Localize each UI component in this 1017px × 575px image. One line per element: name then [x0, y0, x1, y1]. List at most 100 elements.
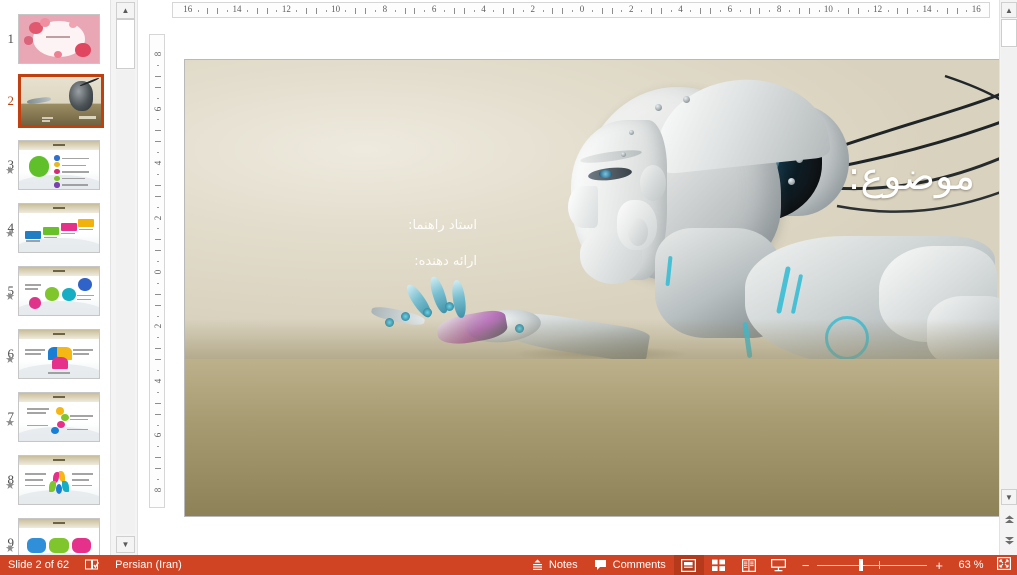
slide-counter-label: Slide 2 of 62 — [8, 559, 70, 571]
scroll-up-button[interactable]: ▲ — [1001, 2, 1017, 18]
ruler-tick — [157, 479, 159, 481]
ruler-tick — [394, 10, 396, 12]
vertical-ruler[interactable]: 8 6 4 2 0 2 4 6 8 — [149, 34, 165, 508]
animation-icon: ★ — [5, 165, 15, 177]
ruler-tick-label: 8 — [776, 4, 782, 14]
zoom-slider[interactable] — [817, 555, 928, 575]
thumbnail-image[interactable] — [18, 203, 100, 253]
zoom-level-label[interactable]: 63 % — [951, 559, 991, 571]
thumbnail-image[interactable] — [18, 266, 100, 316]
slide-title[interactable]: موضوع: — [848, 154, 975, 198]
thumbnail-image[interactable] — [18, 74, 104, 128]
ruler-tick — [414, 8, 416, 14]
normal-view-icon — [681, 558, 697, 572]
ruler-tick — [591, 10, 593, 12]
thumbnail-slide-7[interactable]: 7 ★ — [0, 386, 110, 448]
animation-icon: ★ — [5, 480, 15, 492]
robot-eye — [599, 170, 612, 178]
scroll-thumb[interactable] — [1001, 19, 1017, 47]
thumbnail-image[interactable] — [18, 455, 100, 505]
thumbnail-slide-5[interactable]: 5 ★ — [0, 260, 110, 322]
slide-presenter-line[interactable]: ارائه دهنده: — [414, 254, 477, 269]
ruler-tick — [710, 8, 712, 14]
slide-vertical-scrollbar[interactable]: ▲ ▼ — [999, 0, 1017, 555]
ruler-tick-label: 6 — [431, 4, 437, 14]
ruler-tick-label: 4 — [678, 4, 683, 14]
notes-button[interactable]: Notes — [523, 555, 586, 575]
thumbnail-slide-1[interactable]: 1 — [0, 8, 110, 70]
ruler-tick — [157, 282, 159, 284]
zoom-slider-handle[interactable] — [859, 559, 864, 571]
ruler-tick — [157, 261, 159, 263]
robot-ear-pod-lower — [628, 218, 648, 246]
ruler-tick — [306, 8, 308, 14]
ruler-tick-label: 4 — [153, 378, 163, 384]
ruler-tick — [473, 10, 475, 12]
view-button-reading[interactable] — [734, 555, 764, 575]
thumbnail-image[interactable] — [18, 392, 100, 442]
zoom-in-button[interactable]: + — [927, 555, 951, 575]
ruler-tick — [157, 173, 159, 175]
ruler-tick — [936, 10, 938, 12]
ruler-tick — [641, 10, 643, 12]
thumbnail-slide-8[interactable]: 8 ★ — [0, 449, 110, 511]
ruler-tick — [157, 206, 159, 208]
slide-counter[interactable]: Slide 2 of 62 — [0, 555, 77, 575]
thumbnail-image[interactable] — [18, 329, 100, 379]
animation-icon: ★ — [5, 291, 15, 303]
robot-arm — [370, 275, 691, 359]
ruler-tick — [227, 10, 229, 12]
ruler-tick — [917, 10, 919, 12]
thumbnail-slide-6[interactable]: 6 ★ — [0, 323, 110, 385]
view-button-slide-sorter[interactable] — [704, 555, 734, 575]
thumbnail-scroll-up-button[interactable]: ▲ — [116, 2, 135, 19]
ruler-tick — [207, 8, 209, 14]
view-button-slide-show[interactable] — [764, 555, 794, 575]
ruler-tick — [155, 86, 161, 88]
fit-slide-to-window-button[interactable] — [991, 557, 1017, 573]
view-button-normal[interactable] — [673, 555, 704, 575]
thumbnail-image[interactable] — [18, 140, 100, 190]
language-indicator[interactable]: Persian (Iran) — [107, 555, 190, 575]
scroll-track[interactable] — [1001, 48, 1017, 503]
ruler-tick — [155, 413, 161, 415]
thumbnail-scroll-track[interactable] — [116, 70, 135, 534]
thumbnail-scroll-thumb[interactable] — [116, 19, 135, 69]
ruler-tick — [246, 10, 248, 12]
robot-photo[interactable] — [185, 60, 1001, 359]
zoom-slider-100-tick — [879, 561, 881, 569]
ruler-tick — [562, 8, 564, 14]
slide-canvas[interactable]: موضوع: استاد راهنما: ارائه دهنده: — [185, 60, 1001, 516]
ruler-tick — [966, 10, 968, 12]
slide-supervisor-line[interactable]: استاد راهنما: — [408, 218, 477, 233]
ruler-tick — [660, 8, 662, 14]
scroll-down-button[interactable]: ▼ — [1001, 489, 1017, 505]
slide-thumbnail-panel[interactable]: 1 2 3 ★ 4 ★ 5 ★ 6 ★ 7 ★ 8 ★ 9 ★ — [0, 0, 110, 555]
double-down-chevron-icon — [1004, 536, 1014, 544]
thumbnail-scrollbar[interactable]: ▲ ▼ — [110, 0, 138, 555]
comments-button[interactable]: Comments — [586, 555, 674, 575]
ruler-tick-label: 14 — [922, 4, 932, 14]
thumbnail-image[interactable] — [18, 518, 100, 555]
ruler-tick — [493, 10, 495, 12]
thumbnail-slide-9[interactable]: 9 ★ — [0, 512, 110, 555]
horizontal-ruler[interactable]: 16 14 12 10 8 6 4 2 0 2 4 6 8 10 12 14 16 — [172, 2, 990, 18]
ruler-tick — [552, 8, 554, 14]
ruler-tick — [217, 8, 219, 14]
zoom-out-button[interactable]: − — [794, 555, 818, 575]
proofing-status-button[interactable] — [77, 555, 107, 575]
previous-slide-button[interactable] — [1001, 511, 1017, 527]
thumbnail-slide-3[interactable]: 3 ★ — [0, 134, 110, 196]
thumbnail-slide-4[interactable]: 4 ★ — [0, 197, 110, 259]
ruler-tick — [522, 10, 524, 12]
ruler-tick — [759, 8, 761, 14]
ruler-tick — [808, 8, 810, 14]
next-slide-button[interactable] — [1001, 532, 1017, 548]
thumbnail-image[interactable] — [18, 14, 100, 64]
ruler-tick — [946, 8, 948, 14]
thumbnail-scroll-down-button[interactable]: ▼ — [116, 536, 135, 553]
ruler-tick — [155, 195, 161, 197]
ruler-tick — [670, 10, 672, 12]
ruler-tick — [266, 8, 268, 14]
thumbnail-slide-2[interactable]: 2 — [0, 70, 110, 132]
